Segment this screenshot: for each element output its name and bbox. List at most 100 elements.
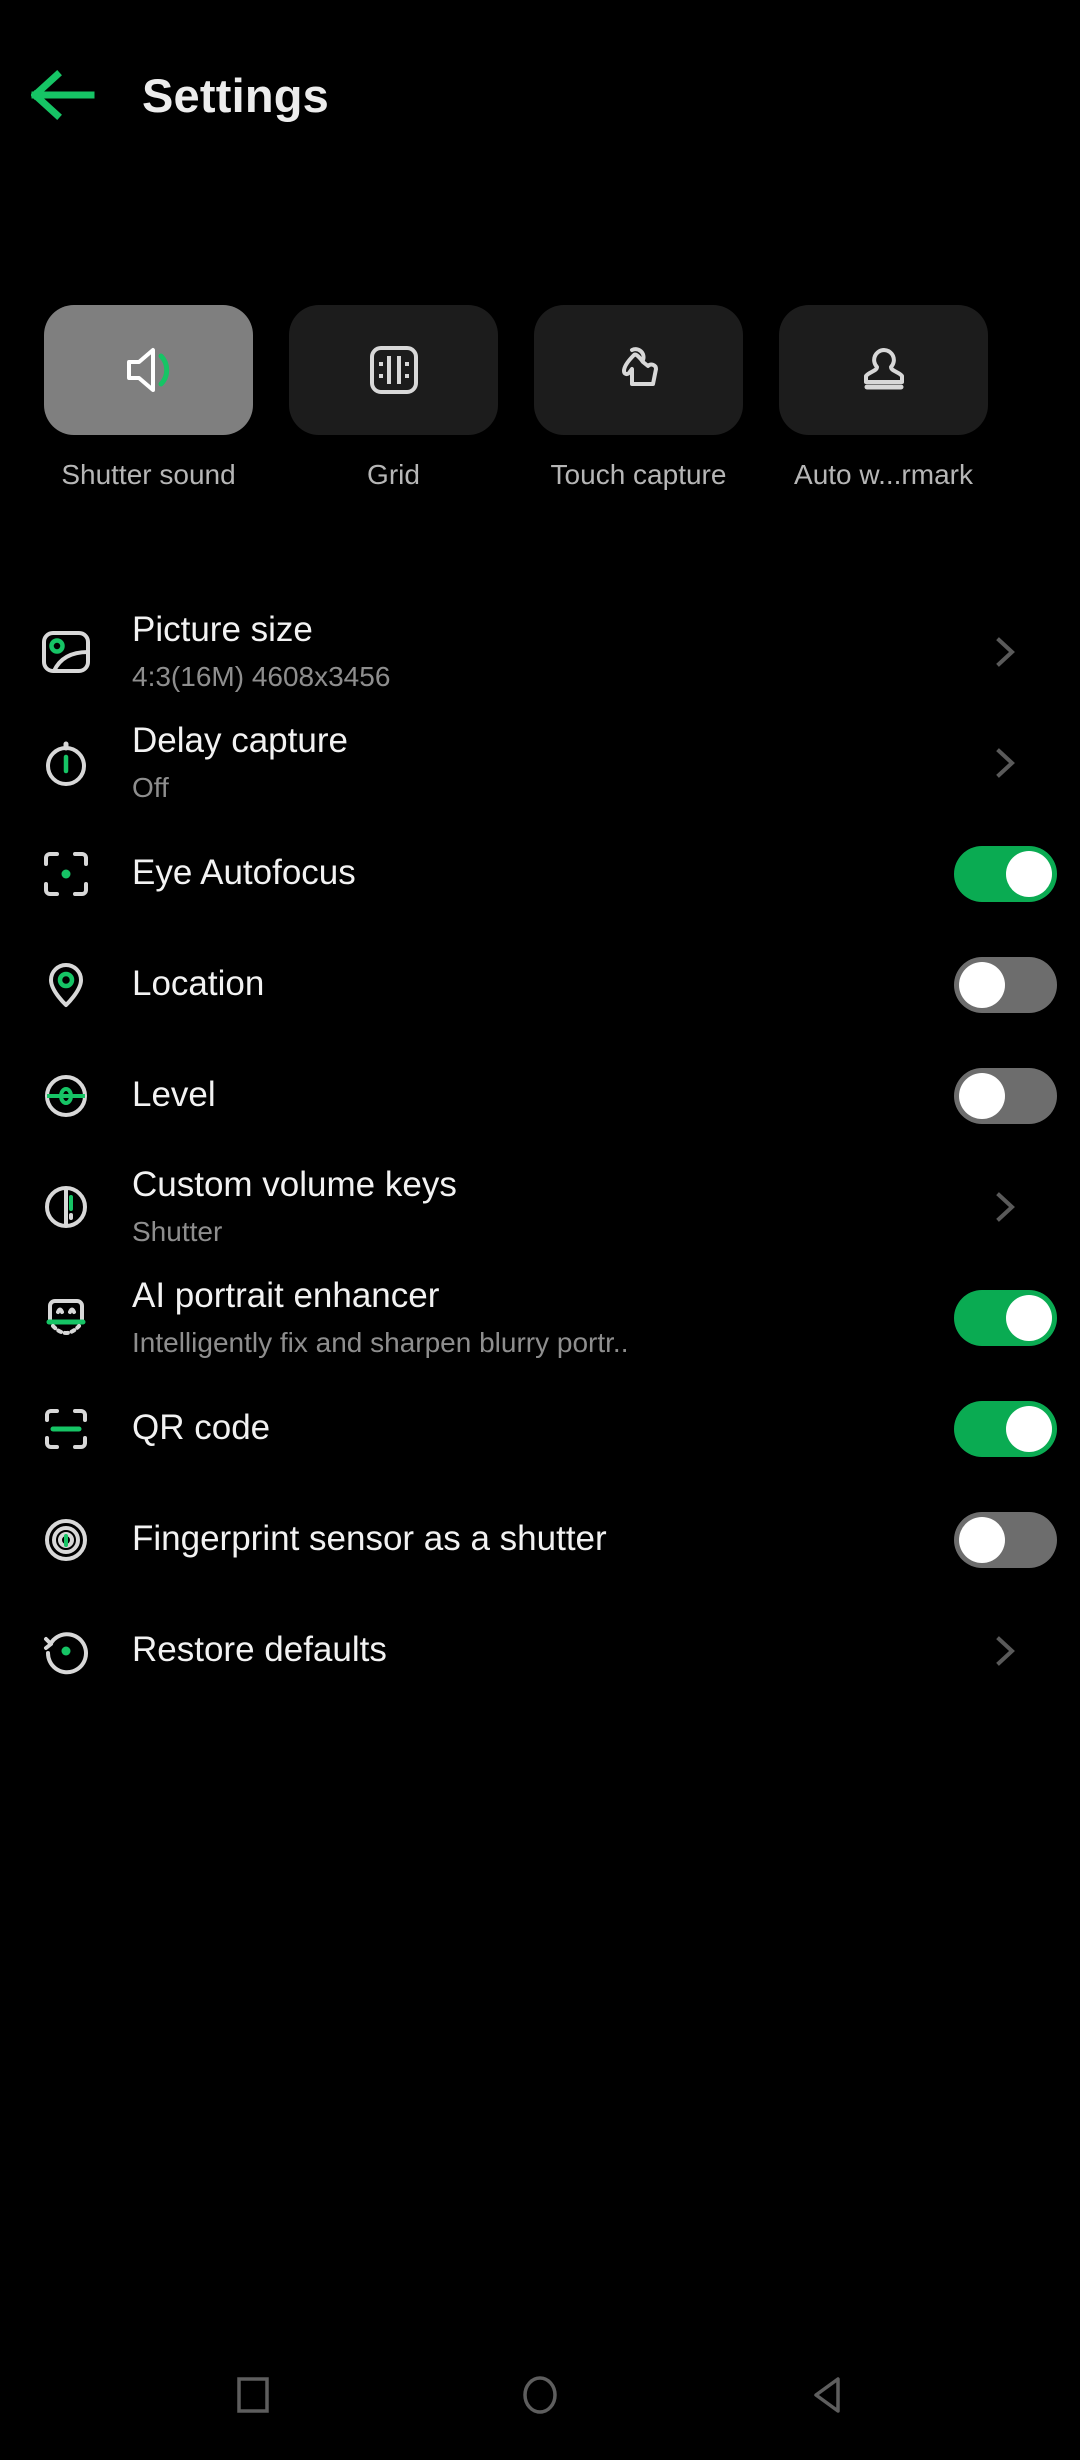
speaker-sound-icon bbox=[126, 348, 169, 392]
location-pin-icon bbox=[28, 957, 104, 1013]
quick-settings-tiles: Shutter sound Grid Touch capture Auto w.… bbox=[0, 305, 1080, 489]
toggle-level[interactable] bbox=[953, 1067, 1057, 1124]
setting-row-picture-size[interactable]: Picture size 4:3(16M) 4608x3456 bbox=[0, 596, 1080, 707]
row-title: Level bbox=[132, 1075, 216, 1115]
row-control[interactable] bbox=[930, 1400, 1080, 1457]
tile-label: Auto w...rmark bbox=[794, 459, 973, 490]
volume-keys-icon bbox=[28, 1179, 104, 1235]
toggle-ai-portrait-enhancer[interactable] bbox=[953, 1289, 1057, 1346]
recents-button[interactable] bbox=[208, 2350, 298, 2440]
row-title: Restore defaults bbox=[132, 1630, 387, 1670]
setting-row-delay-capture[interactable]: Delay capture Off bbox=[0, 707, 1080, 818]
tile-auto-watermark[interactable]: Auto w...rmark bbox=[761, 305, 1006, 489]
row-title: AI portrait enhancer bbox=[132, 1275, 440, 1315]
toggle-fingerprint-shutter[interactable] bbox=[953, 1511, 1057, 1568]
setting-row-restore-defaults[interactable]: Restore defaults bbox=[0, 1595, 1080, 1706]
tile-touch-capture-surface[interactable] bbox=[534, 305, 743, 435]
touch-hand-icon bbox=[621, 347, 658, 386]
tile-grid[interactable]: Grid bbox=[271, 305, 516, 489]
setting-row-level[interactable]: Level bbox=[0, 1040, 1080, 1151]
tile-shutter-sound[interactable]: Shutter sound bbox=[26, 305, 271, 489]
row-control[interactable] bbox=[930, 746, 1080, 780]
tile-auto-watermark-surface[interactable] bbox=[779, 305, 988, 435]
row-control[interactable] bbox=[930, 635, 1080, 669]
toggle-knob bbox=[958, 961, 1005, 1008]
watermark-stamp-icon bbox=[863, 348, 904, 390]
setting-row-custom-volume-keys[interactable]: Custom volume keys Shutter bbox=[0, 1151, 1080, 1262]
toggle-knob bbox=[1005, 850, 1052, 897]
chevron-right-icon[interactable] bbox=[988, 1190, 1022, 1224]
arrow-left-icon bbox=[31, 70, 95, 120]
restore-icon bbox=[28, 1623, 104, 1679]
setting-row-fingerprint-shutter[interactable]: Fingerprint sensor as a shutter bbox=[0, 1484, 1080, 1595]
square-icon bbox=[237, 2377, 270, 2413]
tile-label: Grid bbox=[367, 459, 420, 490]
settings-list: Picture size 4:3(16M) 4608x3456 Delay ca… bbox=[0, 596, 1080, 1706]
level-bubble-icon bbox=[28, 1068, 104, 1124]
row-text: Picture size 4:3(16M) 4608x3456 bbox=[132, 610, 930, 693]
camera-settings-screen: Settings Shutter sound Grid Touch captur… bbox=[0, 0, 1080, 2460]
row-control[interactable] bbox=[930, 956, 1080, 1013]
row-title: Location bbox=[132, 964, 265, 1004]
tile-label: Touch capture bbox=[550, 459, 727, 490]
row-text: Eye Autofocus bbox=[132, 853, 930, 893]
row-text: Level bbox=[132, 1075, 930, 1115]
grid-icon bbox=[369, 346, 418, 394]
row-title: Picture size bbox=[132, 609, 313, 649]
row-control[interactable] bbox=[930, 845, 1080, 902]
setting-row-qr-code[interactable]: QR code bbox=[0, 1373, 1080, 1484]
chevron-right-icon[interactable] bbox=[988, 635, 1022, 669]
fingerprint-icon bbox=[28, 1512, 104, 1568]
row-text: QR code bbox=[132, 1408, 930, 1448]
row-control[interactable] bbox=[930, 1511, 1080, 1568]
row-control[interactable] bbox=[930, 1634, 1080, 1668]
setting-row-ai-portrait-enhancer[interactable]: AI portrait enhancer Intelligently fix a… bbox=[0, 1262, 1080, 1373]
toggle-knob bbox=[1005, 1405, 1052, 1452]
tile-touch-capture[interactable]: Touch capture bbox=[516, 305, 761, 489]
row-text: Delay capture Off bbox=[132, 721, 930, 804]
row-title: QR code bbox=[132, 1408, 271, 1448]
row-control[interactable] bbox=[930, 1190, 1080, 1224]
toggle-knob bbox=[958, 1072, 1005, 1119]
row-title: Eye Autofocus bbox=[132, 853, 356, 893]
row-subtitle: Shutter bbox=[132, 1216, 223, 1248]
row-subtitle: Off bbox=[132, 772, 169, 804]
row-text: Custom volume keys Shutter bbox=[132, 1165, 930, 1248]
chevron-right-icon[interactable] bbox=[988, 746, 1022, 780]
qr-scan-icon bbox=[28, 1401, 104, 1457]
toggle-eye-autofocus[interactable] bbox=[953, 845, 1057, 902]
triangle-left-icon bbox=[813, 2377, 840, 2413]
toggle-knob bbox=[1005, 1294, 1052, 1341]
row-subtitle: Intelligently fix and sharpen blurry por… bbox=[132, 1327, 629, 1359]
setting-row-eye-autofocus[interactable]: Eye Autofocus bbox=[0, 818, 1080, 929]
back-button[interactable] bbox=[782, 2350, 872, 2440]
row-text: AI portrait enhancer Intelligently fix a… bbox=[132, 1276, 930, 1359]
row-control[interactable] bbox=[930, 1067, 1080, 1124]
circle-icon bbox=[523, 2376, 557, 2414]
row-subtitle: 4:3(16M) 4608x3456 bbox=[132, 661, 391, 693]
home-button[interactable] bbox=[495, 2350, 585, 2440]
timer-icon bbox=[28, 735, 104, 791]
row-text: Location bbox=[132, 964, 930, 1004]
system-navigation-bar bbox=[0, 2330, 1080, 2460]
tile-shutter-sound-surface[interactable] bbox=[44, 305, 253, 435]
chevron-right-icon[interactable] bbox=[988, 1634, 1022, 1668]
row-title: Fingerprint sensor as a shutter bbox=[132, 1519, 607, 1559]
toggle-qr-code[interactable] bbox=[953, 1400, 1057, 1457]
toggle-location[interactable] bbox=[953, 956, 1057, 1013]
row-text: Fingerprint sensor as a shutter bbox=[132, 1519, 930, 1559]
page-title: Settings bbox=[142, 68, 330, 122]
photo-size-icon bbox=[28, 624, 104, 680]
row-title: Custom volume keys bbox=[132, 1164, 457, 1204]
focus-eye-icon bbox=[28, 846, 104, 902]
setting-row-location[interactable]: Location bbox=[0, 929, 1080, 1040]
row-control[interactable] bbox=[930, 1289, 1080, 1346]
header: Settings bbox=[0, 0, 1080, 190]
toggle-knob bbox=[958, 1516, 1005, 1563]
row-title: Delay capture bbox=[132, 720, 348, 760]
ai-face-icon bbox=[28, 1290, 104, 1346]
row-text: Restore defaults bbox=[132, 1630, 930, 1670]
tile-label: Shutter sound bbox=[61, 459, 236, 490]
back-arrow-button[interactable] bbox=[8, 40, 118, 150]
tile-grid-surface[interactable] bbox=[289, 305, 498, 435]
